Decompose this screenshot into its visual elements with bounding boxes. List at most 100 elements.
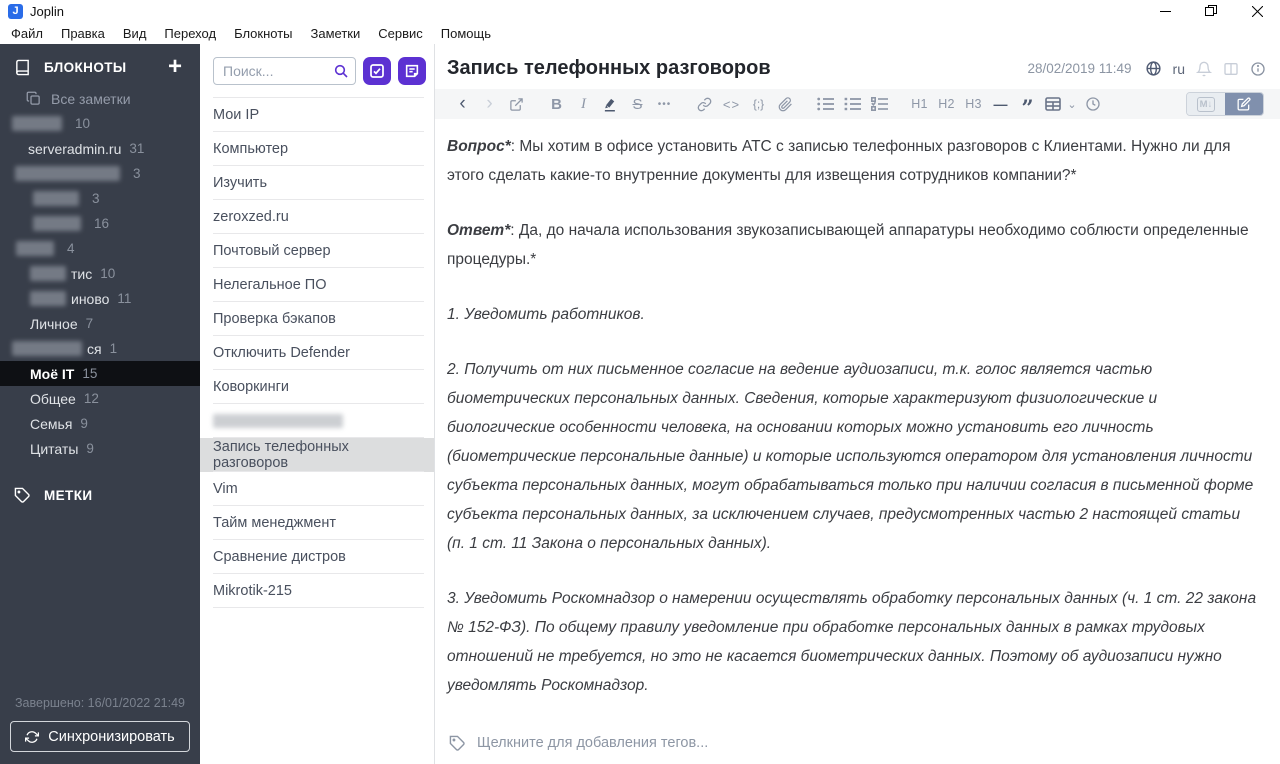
note-item-zapis-telefonnyh-razgovorov[interactable]: Запись телефонных разговоров bbox=[200, 438, 434, 472]
note-item-pochtovyy-server[interactable]: Почтовый сервер bbox=[200, 234, 434, 268]
sidebar-item-redacted[interactable]: 3 bbox=[0, 161, 200, 186]
tag-bar[interactable]: Щелкните для добавления тегов... bbox=[435, 726, 1280, 764]
bulleted-list-button[interactable] bbox=[812, 89, 839, 119]
sidebar-item-obshchee[interactable]: Общее 12 bbox=[0, 386, 200, 411]
sidebar-item-redacted[interactable]: 4 bbox=[0, 236, 200, 261]
forward-button[interactable]: › bbox=[476, 89, 503, 119]
sidebar-item-semya[interactable]: Семья 9 bbox=[0, 411, 200, 436]
attach-file-button[interactable] bbox=[772, 89, 799, 119]
richtext-edit-button[interactable] bbox=[1225, 93, 1263, 115]
window-title: Joplin bbox=[30, 3, 64, 19]
sidebar-item-partially-redacted[interactable]: ся 1 bbox=[0, 336, 200, 361]
external-edit-button[interactable] bbox=[503, 89, 530, 119]
menu-notes[interactable]: Заметки bbox=[302, 26, 370, 41]
note-item-nelegalnoe-po[interactable]: Нелегальное ПО bbox=[200, 268, 434, 302]
note-count: 3 bbox=[92, 191, 100, 206]
redacted-label bbox=[213, 414, 343, 428]
table-chevron-icon[interactable]: ⌄ bbox=[1065, 89, 1079, 119]
sidebar-item-partially-redacted[interactable]: тис 10 bbox=[0, 261, 200, 286]
menu-file[interactable]: Файл bbox=[2, 26, 52, 41]
synchronize-button[interactable]: Синхронизировать bbox=[10, 721, 190, 752]
blockquote-button[interactable]: ” bbox=[1014, 89, 1041, 119]
note-item-label: zeroxzed.ru bbox=[213, 209, 289, 225]
note-count: 31 bbox=[129, 141, 145, 156]
globe-icon[interactable] bbox=[1145, 60, 1162, 77]
menu-help[interactable]: Помощь bbox=[432, 26, 500, 41]
toggle-todos-button[interactable] bbox=[363, 57, 391, 85]
note-count: 3 bbox=[133, 166, 141, 181]
menu-view[interactable]: Вид bbox=[114, 26, 156, 41]
insert-datetime-button[interactable] bbox=[1079, 89, 1106, 119]
restore-button[interactable] bbox=[1188, 0, 1234, 22]
sidebar-item-moe-it[interactable]: Моё IT 15 bbox=[0, 361, 200, 386]
note-item-moi-ip[interactable]: Мои IP bbox=[200, 98, 434, 132]
checkbox-list-icon bbox=[871, 97, 888, 111]
note-item-proverka-bekapov[interactable]: Проверка бэкапов bbox=[200, 302, 434, 336]
menu-tools[interactable]: Сервис bbox=[369, 26, 432, 41]
sidebar-item-label: Семья bbox=[30, 415, 73, 432]
hyperlink-button[interactable] bbox=[691, 89, 718, 119]
minimize-button[interactable] bbox=[1142, 0, 1188, 22]
sidebar-item-lichnoe[interactable]: Личное 7 bbox=[0, 311, 200, 336]
sidebar-item-redacted[interactable]: 3 bbox=[0, 186, 200, 211]
highlight-button[interactable] bbox=[597, 89, 624, 119]
heading2-button[interactable]: H2 bbox=[933, 89, 960, 119]
sync-icon bbox=[25, 730, 40, 743]
spellcheck-locale[interactable]: ru bbox=[1173, 61, 1185, 77]
heading1-button[interactable]: H1 bbox=[906, 89, 933, 119]
sidebar-item-citaty[interactable]: Цитаты 9 bbox=[0, 436, 200, 461]
checkbox-list-button[interactable] bbox=[866, 89, 893, 119]
insert-table-button[interactable] bbox=[1041, 89, 1065, 119]
add-tags-label: Щелкните для добавления тегов... bbox=[477, 735, 709, 751]
menu-notebooks[interactable]: Блокноты bbox=[225, 26, 301, 41]
back-button[interactable]: ‹ bbox=[449, 89, 476, 119]
sidebar-item-all-notes[interactable]: Все заметки bbox=[0, 86, 200, 111]
note-item-otklyuchit-defender[interactable]: Отключить Defender bbox=[200, 336, 434, 370]
note-count: 15 bbox=[82, 366, 98, 381]
numbered-list-icon bbox=[844, 97, 861, 111]
layout-columns-icon[interactable] bbox=[1223, 61, 1239, 77]
titlebar: J Joplin bbox=[0, 0, 1280, 22]
info-icon[interactable] bbox=[1250, 61, 1266, 77]
note-item-kovorkingi[interactable]: Коворкинги bbox=[200, 370, 434, 404]
note-date: 28/02/2019 11:49 bbox=[1027, 61, 1132, 76]
menu-edit[interactable]: Правка bbox=[52, 26, 114, 41]
menu-go[interactable]: Переход bbox=[155, 26, 225, 41]
more-formats-button[interactable]: ••• bbox=[651, 89, 678, 119]
close-button[interactable] bbox=[1234, 0, 1280, 22]
note-item-izuchit[interactable]: Изучить bbox=[200, 166, 434, 200]
question-text: : Мы хотим в офисе установить АТС с запи… bbox=[447, 138, 1231, 184]
note-item-redacted[interactable] bbox=[200, 404, 434, 438]
note-item-label: Сравнение дистров bbox=[213, 549, 346, 565]
note-item-vim[interactable]: Vim bbox=[200, 472, 434, 506]
note-item-label: Компьютер bbox=[213, 141, 289, 157]
bell-icon[interactable] bbox=[1196, 61, 1212, 77]
note-item-sravnenie-distrov[interactable]: Сравнение дистров bbox=[200, 540, 434, 574]
note-item-mikrotik-215[interactable]: Mikrotik-215 bbox=[200, 574, 434, 608]
note-item-taym-menedzhment[interactable]: Тайм менеджмент bbox=[200, 506, 434, 540]
new-notebook-button[interactable]: + bbox=[168, 55, 188, 79]
inline-code-button[interactable]: <> bbox=[718, 89, 745, 119]
toggle-notes-button[interactable] bbox=[398, 57, 426, 85]
bold-button[interactable]: B bbox=[543, 89, 570, 119]
horizontal-rule-button[interactable]: — bbox=[987, 89, 1014, 119]
heading3-button[interactable]: H3 bbox=[960, 89, 987, 119]
strikethrough-button[interactable]: S bbox=[624, 89, 651, 119]
note-item-label: Почтовый сервер bbox=[213, 243, 331, 259]
italic-button[interactable]: I bbox=[570, 89, 597, 119]
sidebar-item-partially-redacted[interactable]: иново 11 bbox=[0, 286, 200, 311]
sidebar-item-redacted[interactable]: 16 bbox=[0, 211, 200, 236]
sidebar-item-serveradmin[interactable]: serveradmin.ru 31 bbox=[0, 136, 200, 161]
note-item-kompyuter[interactable]: Компьютер bbox=[200, 132, 434, 166]
note-count: 1 bbox=[109, 341, 118, 356]
redacted-label bbox=[33, 216, 81, 231]
code-block-button[interactable]: {;} bbox=[745, 89, 772, 119]
markdown-view-button[interactable]: M↓ bbox=[1187, 93, 1225, 115]
paragraph-item-1: 1. Уведомить работников. bbox=[447, 306, 645, 323]
numbered-list-button[interactable] bbox=[839, 89, 866, 119]
note-item-zeroxzed[interactable]: zeroxzed.ru bbox=[200, 200, 434, 234]
note-item-label: Mikrotik-215 bbox=[213, 583, 292, 599]
sidebar-item-redacted[interactable]: 10 bbox=[0, 111, 200, 136]
note-count: 9 bbox=[80, 416, 88, 431]
note-title[interactable]: Запись телефонных разговоров bbox=[447, 57, 1027, 80]
